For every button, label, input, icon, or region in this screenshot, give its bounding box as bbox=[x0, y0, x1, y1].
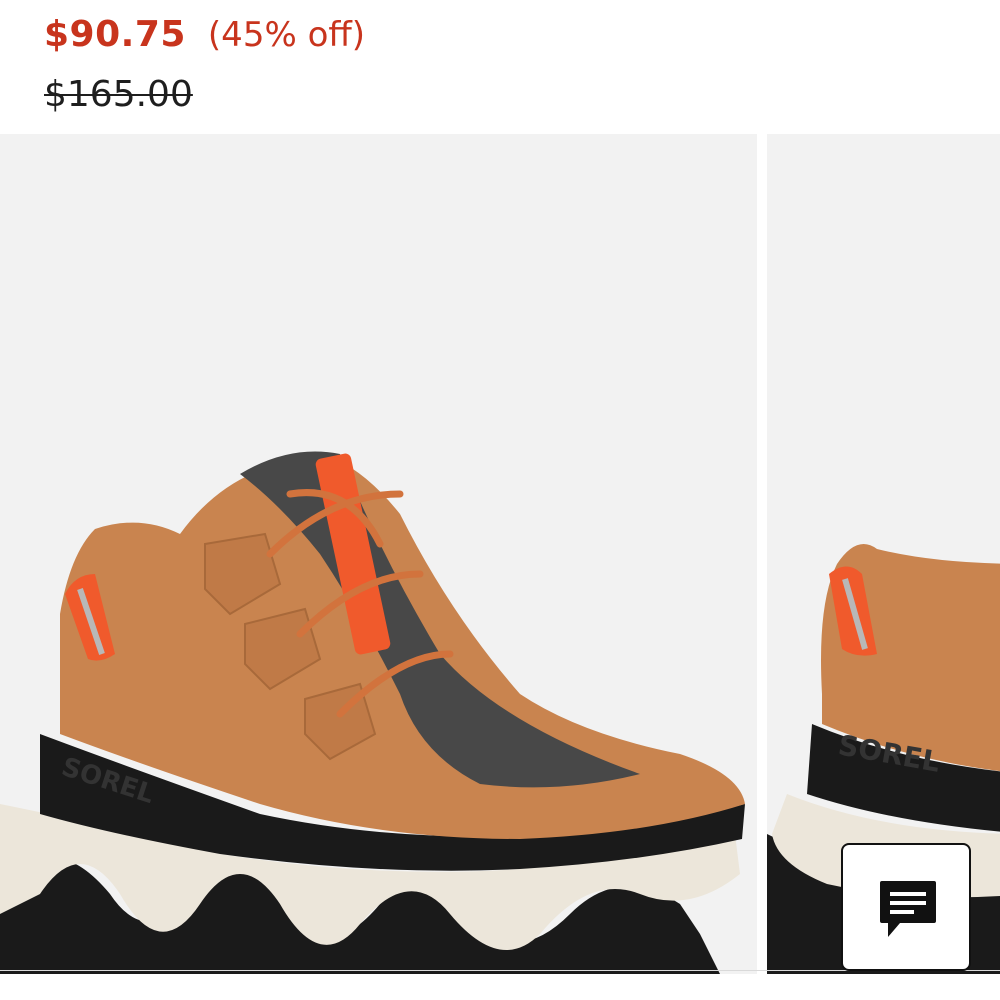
original-price: $165.00 bbox=[44, 74, 193, 115]
product-image-main[interactable]: SOREL bbox=[0, 134, 757, 974]
price-block: $90.75 (45% off) $165.00 bbox=[44, 10, 644, 130]
discount-label: (45% off) bbox=[207, 15, 366, 55]
chat-bubble-icon bbox=[880, 881, 936, 937]
boot-illustration-main: SOREL bbox=[0, 451, 745, 974]
chat-button[interactable] bbox=[841, 843, 971, 971]
sale-price: $90.75 bbox=[44, 14, 186, 55]
price-row: $90.75 (45% off) bbox=[44, 14, 365, 55]
